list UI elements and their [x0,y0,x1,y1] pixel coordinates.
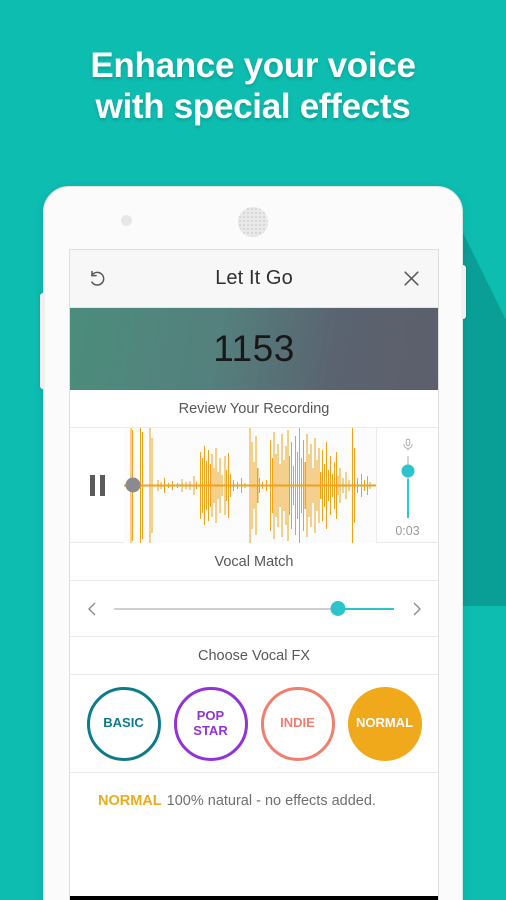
close-icon[interactable] [396,264,426,294]
chevron-right-icon[interactable] [394,597,438,621]
fx-description-name: NORMAL [98,793,162,809]
mic-volume-fill [406,479,409,518]
vocal-match-thumb[interactable] [330,601,346,616]
fx-description: NORMAL 100% natural - no effects added. [70,773,438,829]
vocal-match-fill [338,607,394,610]
vocal-match-row [70,581,438,637]
waveform-row: 0:03 [70,427,438,543]
earpiece-speaker-icon [238,207,268,237]
android-navigation-bar [70,896,438,900]
headline-line-1: Enhance your voice [90,46,416,85]
playhead-handle[interactable] [125,477,141,493]
fx-option-pop-star[interactable]: POP STAR [173,686,248,761]
score-value: 1153 [213,328,295,369]
fx-option-basic[interactable]: BASIC [86,686,161,761]
phone-screen: Let It Go 1153 Review Your Recording 0:0… [69,249,439,900]
fx-option-indie[interactable]: INDIE [260,686,335,761]
waveform-graphic [124,427,376,543]
song-title: Let It Go [215,267,293,289]
fx-option-normal[interactable]: NORMAL [347,686,422,761]
promo-screenshot: Enhance your voice with special effects … [0,0,506,900]
phone-device: Let It Go 1153 Review Your Recording 0:0… [40,186,466,900]
vocal-match-slider[interactable] [114,599,394,619]
chevron-left-icon[interactable] [70,597,114,621]
fx-option-label: INDIE [280,715,315,731]
mic-volume-control: 0:03 [376,427,438,543]
choose-vocal-fx-label: Choose Vocal FX [70,637,438,675]
vocal-fx-options: BASIC POP STAR INDIE NORMAL [70,675,438,773]
volume-button[interactable] [40,293,45,389]
recording-duration: 0:03 [395,523,420,538]
score-panel: 1153 [70,308,438,390]
fx-option-label: NORMAL [355,715,414,731]
vocal-match-label: Vocal Match [70,543,438,581]
fx-option-label: POP STAR [193,707,228,738]
headline-line-2: with special effects [95,86,411,126]
front-camera-icon [121,215,132,226]
mic-volume-thumb[interactable] [401,464,414,478]
fx-option-label: BASIC [103,715,144,731]
review-recording-label: Review Your Recording [70,390,438,428]
promo-headline: Enhance your voice with special effects [0,46,506,128]
power-button[interactable] [461,265,466,319]
pause-icon[interactable] [70,474,124,496]
app-header: Let It Go [70,250,438,308]
fx-description-text: 100% natural - no effects added. [166,793,376,809]
waveform-display[interactable] [124,427,376,543]
restart-icon[interactable] [82,264,112,294]
